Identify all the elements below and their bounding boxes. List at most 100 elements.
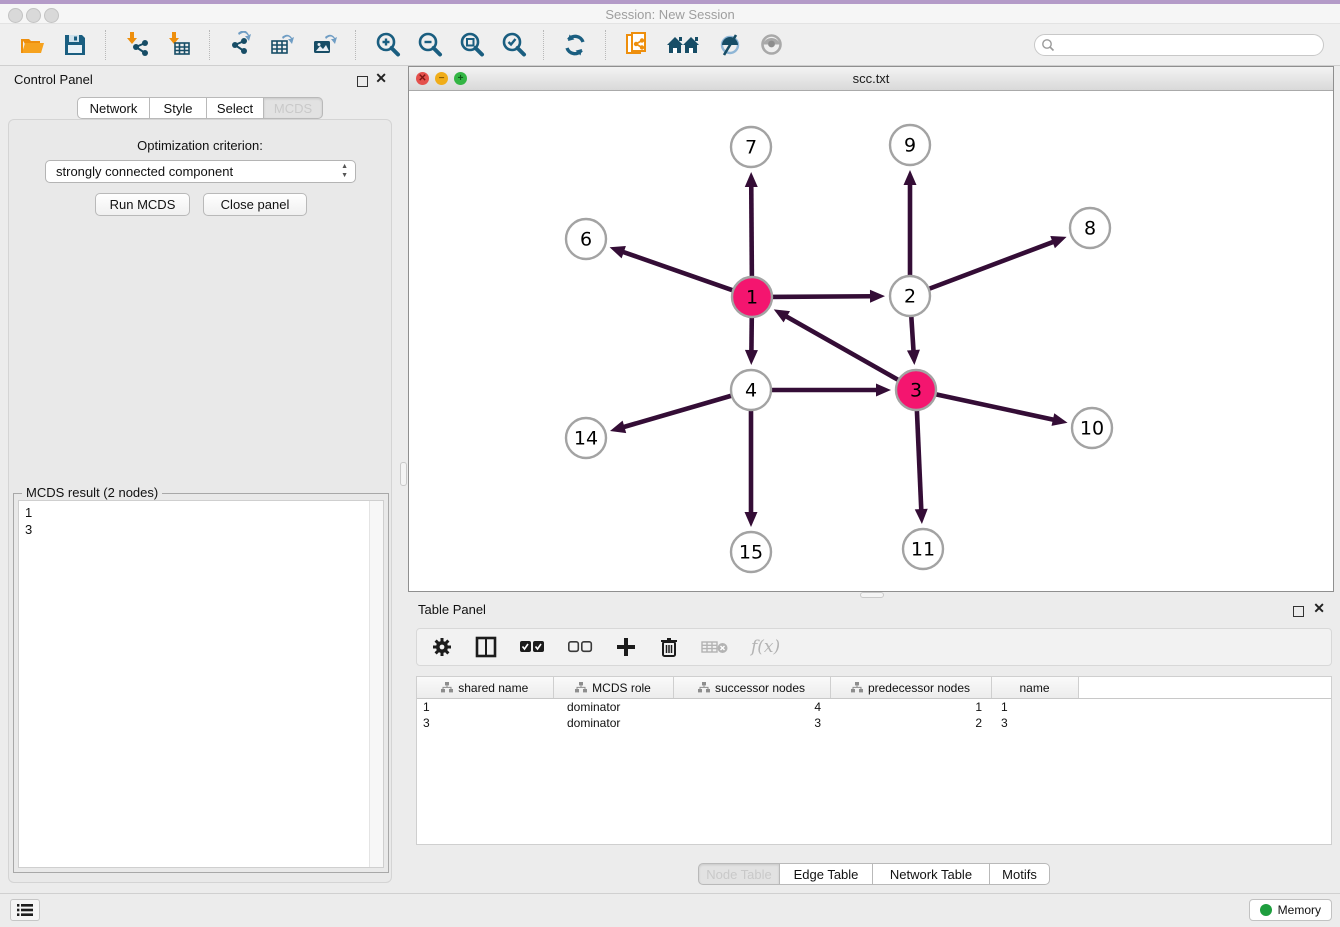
result-line: 3 <box>25 521 32 538</box>
result-scrollbar[interactable] <box>369 501 383 867</box>
toolbar-separator <box>209 30 211 60</box>
edge-arrowhead <box>1050 236 1066 248</box>
search-icon <box>1041 38 1055 57</box>
graph-edge-1-2[interactable] <box>769 296 872 297</box>
open-session-icon[interactable] <box>19 31 47 59</box>
column-header-mcds-role[interactable]: MCDS role <box>553 677 673 699</box>
edge-arrowhead <box>745 172 758 187</box>
table-cell: 2 <box>830 715 991 731</box>
mcds-result-area[interactable]: 13 <box>18 500 384 868</box>
graph-edge-2-8[interactable] <box>926 241 1055 290</box>
table-cell-filler <box>1078 715 1331 731</box>
search-input[interactable] <box>1034 34 1324 56</box>
zoom-in-icon[interactable] <box>373 31 401 59</box>
edge-arrowhead <box>610 421 626 433</box>
close-panel-button[interactable]: Close panel <box>203 193 307 216</box>
table-row[interactable]: 3dominator323 <box>417 715 1331 731</box>
table-settings-gear-icon[interactable] <box>431 636 453 658</box>
zoom-selected-icon[interactable] <box>499 31 527 59</box>
show-all-networks-icon[interactable] <box>665 31 701 59</box>
refresh-icon[interactable] <box>561 31 589 59</box>
column-header-name[interactable]: name <box>991 677 1078 699</box>
select-all-icon[interactable] <box>519 640 545 654</box>
deselect-all-icon[interactable] <box>567 640 593 654</box>
tab-network[interactable]: Network <box>77 97 150 119</box>
hide-graphics-details-icon[interactable] <box>715 31 743 59</box>
tab-network-table[interactable]: Network Table <box>873 863 990 885</box>
column-header-shared-name[interactable]: shared name <box>417 677 553 699</box>
import-network-icon[interactable] <box>123 31 151 59</box>
edge-arrowhead <box>610 246 626 258</box>
delete-column-icon[interactable] <box>659 636 679 658</box>
graph-edge-3-10[interactable] <box>933 394 1055 420</box>
column-header-successor-nodes[interactable]: successor nodes <box>673 677 830 699</box>
node-label: 9 <box>904 135 916 157</box>
export-table-icon[interactable] <box>269 31 297 59</box>
memory-button[interactable]: Memory <box>1249 899 1332 921</box>
graph-edge-3-1[interactable] <box>785 316 901 382</box>
edge-arrowhead <box>876 384 891 397</box>
dropdown-value: strongly connected component <box>56 164 233 179</box>
tab-select[interactable]: Select <box>207 97 264 119</box>
tab-mcds[interactable]: MCDS <box>264 97 323 119</box>
column-header-filler <box>1078 677 1331 699</box>
tab-node-table[interactable]: Node Table <box>698 863 780 885</box>
run-mcds-button[interactable]: Run MCDS <box>95 193 190 216</box>
delete-table-disabled-icon <box>701 639 729 655</box>
show-graphics-details-icon[interactable] <box>757 31 785 59</box>
node-table[interactable]: shared name MCDS role successor nodes pr… <box>416 676 1332 845</box>
column-header-predecessor-nodes[interactable]: predecessor nodes <box>830 677 991 699</box>
add-column-icon[interactable] <box>615 636 637 658</box>
graph-edge-4-14[interactable] <box>622 395 734 428</box>
main-toolbar <box>0 24 1340 66</box>
graph-edge-1-6[interactable] <box>622 252 736 292</box>
split-panel-icon[interactable] <box>475 636 497 658</box>
save-session-icon[interactable] <box>61 31 89 59</box>
graph-edge-2-3[interactable] <box>911 313 913 352</box>
mcds-result-groupbox: MCDS result (2 nodes) 13 <box>13 493 389 873</box>
tab-edge-table[interactable]: Edge Table <box>780 863 873 885</box>
table-cell: 1 <box>991 699 1078 716</box>
tab-motifs[interactable]: Motifs <box>990 863 1050 885</box>
mcds-tab-content: Optimization criterion: strongly connect… <box>8 119 392 883</box>
session-title: Session: New Session <box>0 7 1340 22</box>
node-label: 14 <box>574 428 598 450</box>
vertical-splitter-handle[interactable] <box>400 462 407 486</box>
node-label: 10 <box>1080 418 1104 440</box>
network-view-window: ✕ − + scc.txt 7968124314101511 <box>408 66 1334 592</box>
duplicate-network-icon[interactable] <box>623 31 651 59</box>
table-float-icon[interactable] <box>1293 606 1304 617</box>
float-panel-icon[interactable] <box>357 76 368 87</box>
network-canvas-svg[interactable]: 7968124314101511 <box>409 90 1333 591</box>
node-label: 3 <box>910 380 922 402</box>
table-close-icon[interactable]: ✕ <box>1313 600 1325 617</box>
table-panel-title: Table Panel <box>418 602 486 617</box>
tab-style[interactable]: Style <box>150 97 207 119</box>
task-history-button[interactable] <box>10 899 40 921</box>
result-line: 1 <box>25 504 32 521</box>
export-network-icon[interactable] <box>227 31 255 59</box>
search-box <box>1034 34 1324 56</box>
node-label: 7 <box>745 137 757 159</box>
toolbar-separator <box>605 30 607 60</box>
close-panel-icon[interactable]: ✕ <box>375 70 387 87</box>
node-label: 6 <box>580 229 592 251</box>
graph-edge-1-7[interactable] <box>751 185 752 280</box>
export-image-icon[interactable] <box>311 31 339 59</box>
list-icon <box>17 903 33 917</box>
edge-arrowhead <box>907 350 920 365</box>
zoom-fit-icon[interactable] <box>457 31 485 59</box>
table-header-row: shared name MCDS role successor nodes pr… <box>417 677 1331 699</box>
zoom-out-icon[interactable] <box>415 31 443 59</box>
graph-edge-3-11[interactable] <box>917 407 922 511</box>
mcds-result-text: 13 <box>25 504 32 538</box>
table-row[interactable]: 1dominator411 <box>417 699 1331 716</box>
network-window-title: scc.txt <box>409 71 1333 86</box>
toolbar-separator <box>105 30 107 60</box>
control-panel-title: Control Panel <box>14 72 93 87</box>
optimization-criterion-dropdown[interactable]: strongly connected component ▲▼ <box>45 160 356 183</box>
network-window-titlebar[interactable]: ✕ − + scc.txt <box>409 67 1333 91</box>
import-table-icon[interactable] <box>165 31 193 59</box>
node-label: 2 <box>904 286 916 308</box>
node-label: 1 <box>746 287 758 309</box>
